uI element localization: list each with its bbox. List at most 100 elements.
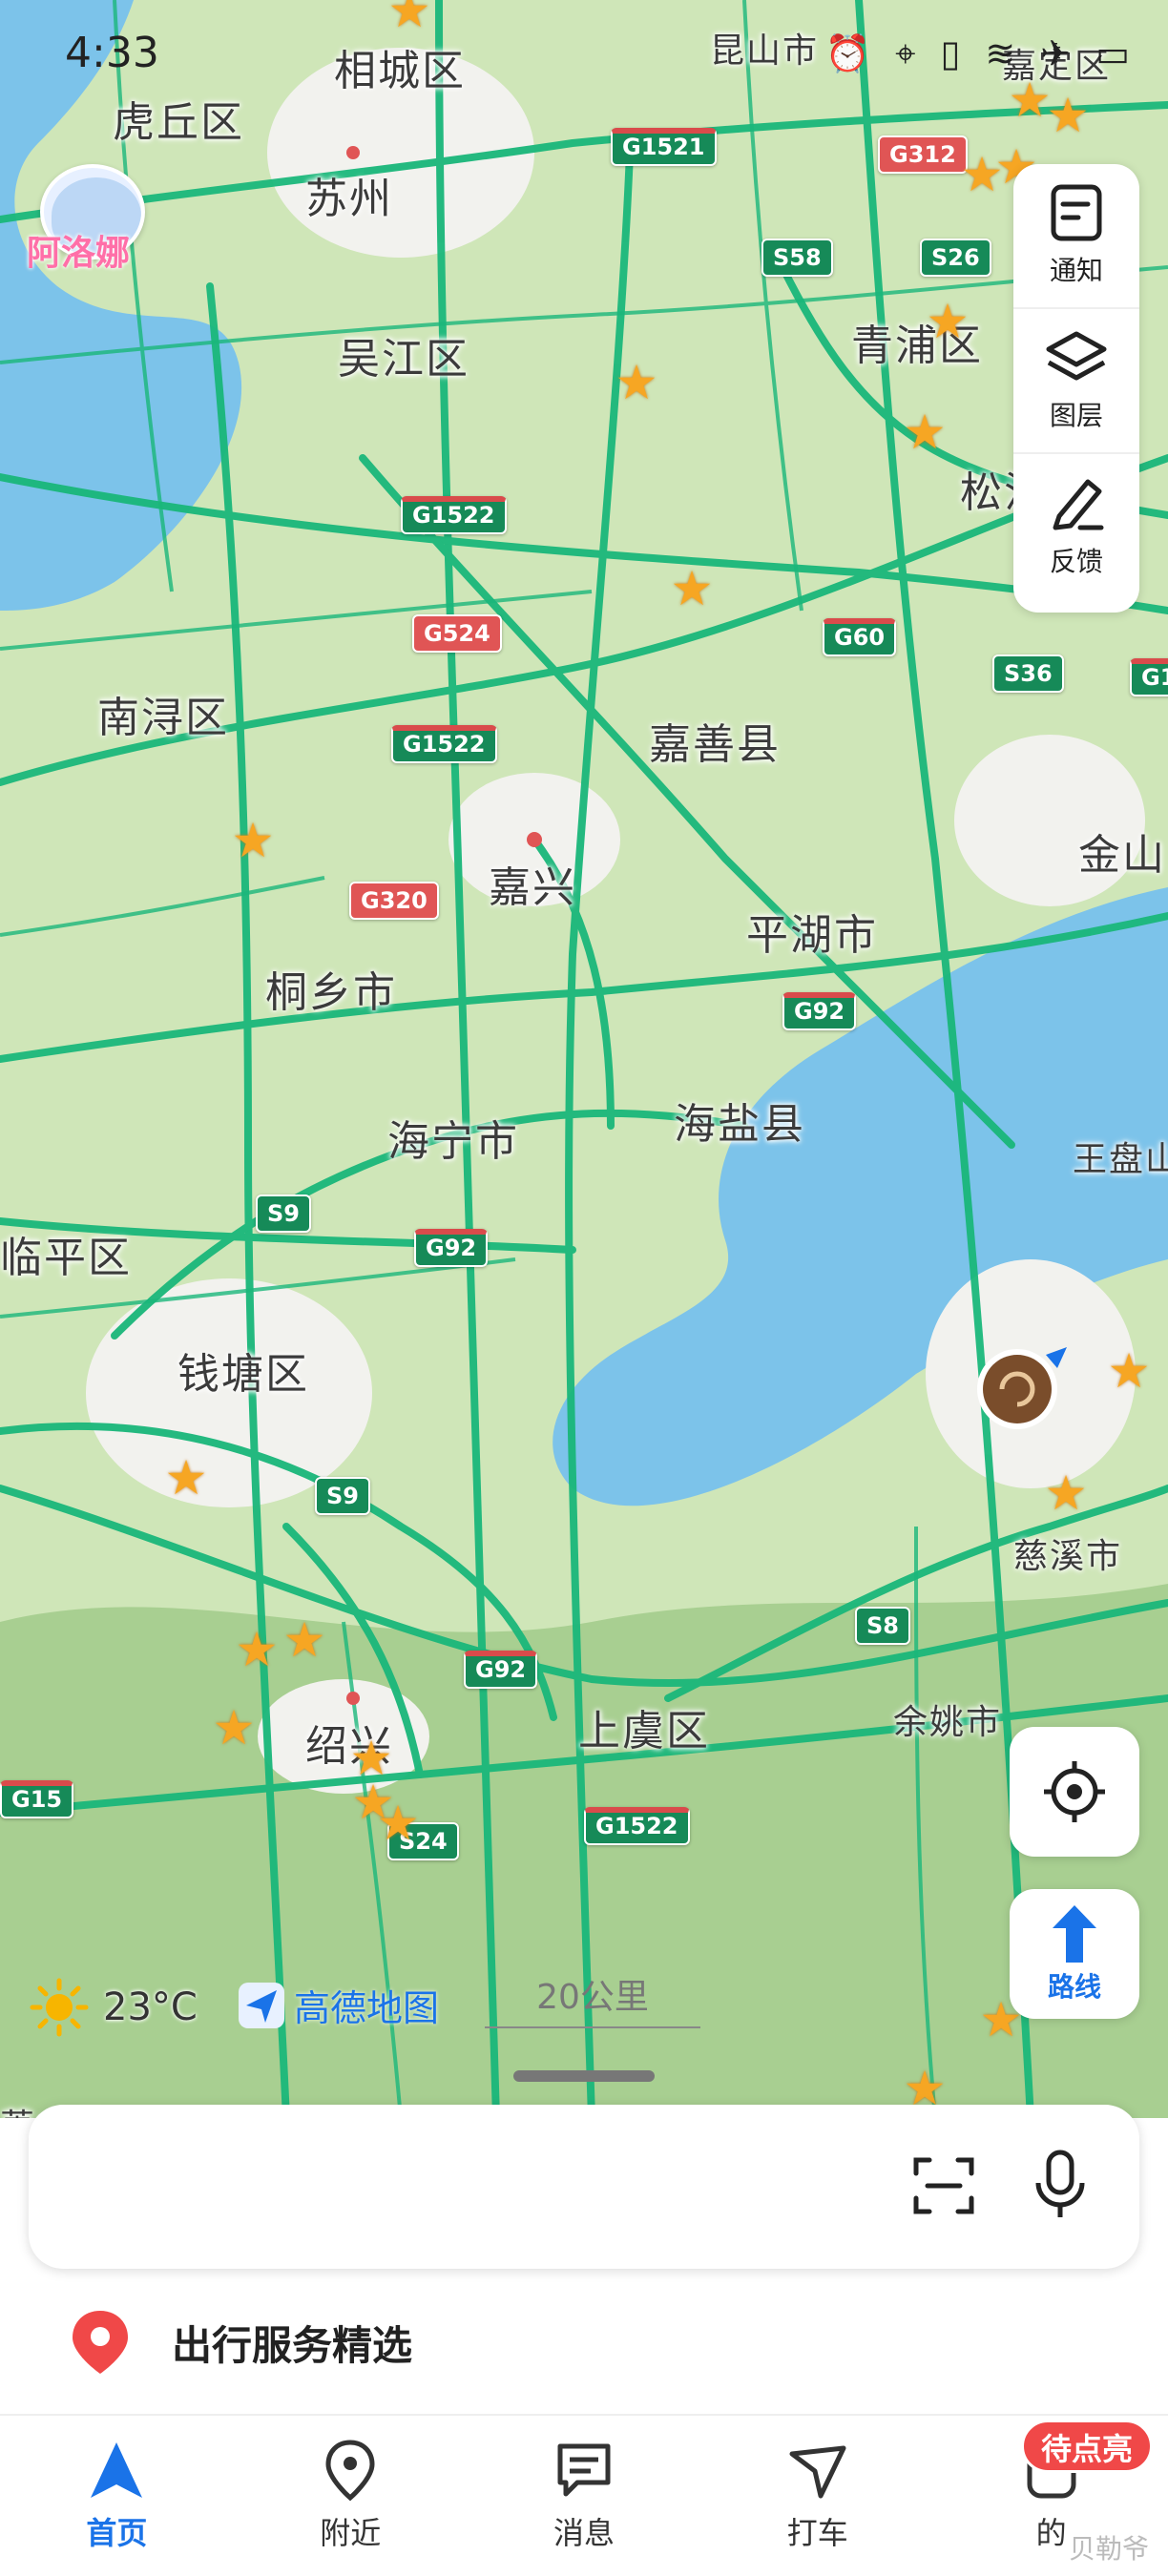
navigation-arrow-icon xyxy=(91,2442,143,2498)
microphone-icon[interactable] xyxy=(1027,2149,1094,2221)
map-scale: 20公里 xyxy=(485,1969,700,2028)
message-icon xyxy=(557,2443,611,2497)
tab-nearby[interactable]: 附近 xyxy=(234,2416,468,2576)
weather-temp: 23°C xyxy=(103,1985,198,2029)
map-label-nanxun[interactable]: 南浔区 xyxy=(97,683,229,744)
star-marker-icon[interactable]: ★ xyxy=(386,0,433,34)
sun-icon xyxy=(30,1978,89,2037)
tab-label: 的 xyxy=(1035,2515,1067,2551)
scan-icon[interactable] xyxy=(910,2152,977,2219)
sheet-drag-handle[interactable] xyxy=(513,2070,655,2082)
road-shield: G1522 xyxy=(391,725,497,763)
map-label-haiyan[interactable]: 海盐县 xyxy=(674,1090,805,1151)
map-label-wangpanshan[interactable]: 王盘山 xyxy=(1073,1132,1168,1181)
crosshair-icon xyxy=(1044,1761,1105,1822)
map-label-tongxiang[interactable]: 桐乡市 xyxy=(265,958,397,1019)
map-canvas[interactable] xyxy=(0,0,1168,2118)
tab-taxi[interactable]: 打车 xyxy=(700,2416,934,2576)
map-label-pinghu[interactable]: 平湖市 xyxy=(746,901,878,962)
map-label-xiangcheng[interactable]: 相城区 xyxy=(334,36,466,97)
battery-icon: ▭ xyxy=(1095,32,1130,74)
star-marker-icon[interactable]: ★ xyxy=(233,1626,281,1673)
layers-button[interactable]: 图层 xyxy=(1013,309,1139,454)
map-label-yuyao[interactable]: 余姚市 xyxy=(893,1694,1002,1744)
road-shield: G524 xyxy=(412,614,502,653)
vibrate-icon: ▯ xyxy=(940,32,961,74)
tab-label: 消息 xyxy=(553,2515,615,2551)
status-badge[interactable]: 待点亮 xyxy=(1020,2420,1153,2473)
map-label-huqiu[interactable]: 虎丘区 xyxy=(113,88,244,149)
tab-home[interactable]: 首页 xyxy=(0,2416,234,2576)
status-icons: ⏰ ⌖ ▯ ≋ ✈ ▭ xyxy=(825,32,1130,75)
notify-label: 通知 xyxy=(1049,255,1103,286)
map-label-shangyu[interactable]: 上虞区 xyxy=(578,1696,710,1757)
star-marker-icon[interactable]: ★ xyxy=(1044,92,1092,139)
tab-messages[interactable]: 消息 xyxy=(468,2416,701,2576)
status-time: 4:33 xyxy=(65,29,159,77)
map-label-cixi[interactable]: 慈溪市 xyxy=(1013,1528,1122,1578)
feedback-button[interactable]: 反馈 xyxy=(1013,454,1139,599)
tab-label: 打车 xyxy=(786,2515,848,2551)
map-label-suzhou[interactable]: 苏州 xyxy=(305,164,393,225)
map-label-wujiang[interactable]: 吴江区 xyxy=(338,324,469,385)
star-marker-icon[interactable]: ★ xyxy=(210,1704,258,1752)
map-label-jiaxing[interactable]: 嘉兴 xyxy=(489,853,576,914)
road-shield: S8 xyxy=(855,1607,910,1645)
road-shield: G15 xyxy=(1130,658,1168,696)
map-view[interactable]: 相城区 虎丘区 苏州 吴江区 青浦区 松江 南浔区 嘉善县 嘉兴 金山 平湖市 … xyxy=(0,0,1168,2118)
road-shield: G15 xyxy=(0,1780,74,1818)
search-input[interactable] xyxy=(67,2152,830,2219)
location-pin-icon xyxy=(325,2440,375,2502)
star-marker-icon[interactable]: ★ xyxy=(668,565,716,613)
layers-icon xyxy=(1046,331,1107,381)
road-shield: S9 xyxy=(256,1195,311,1233)
search-box[interactable] xyxy=(29,2105,1139,2269)
watermark: 贝勒爷 xyxy=(1068,2533,1149,2565)
star-marker-icon[interactable]: ★ xyxy=(1042,1469,1090,1517)
star-marker-icon[interactable]: ★ xyxy=(613,359,660,406)
tab-label: 首页 xyxy=(86,2515,148,2551)
map-label-qiantang[interactable]: 钱塘区 xyxy=(177,1340,309,1401)
location-pin-red-icon xyxy=(73,2311,128,2374)
map-label-jiashan[interactable]: 嘉善县 xyxy=(649,710,781,771)
star-marker-icon[interactable]: ★ xyxy=(229,817,277,864)
taxi-icon xyxy=(789,2445,846,2499)
road-shield: G320 xyxy=(349,882,439,920)
location-icon: ⌖ xyxy=(895,32,916,74)
road-shield: S58 xyxy=(761,239,833,277)
road-shield: S26 xyxy=(920,239,991,277)
road-shield: G1522 xyxy=(401,496,507,534)
star-marker-icon[interactable]: ★ xyxy=(1105,1347,1153,1395)
pencil-feedback-icon xyxy=(1053,479,1104,530)
road-shield: S9 xyxy=(315,1477,370,1515)
road-shield: G92 xyxy=(782,992,857,1030)
star-marker-icon[interactable]: ★ xyxy=(281,1616,328,1664)
map-label-jinshan[interactable]: 金山 xyxy=(1078,821,1166,882)
map-label-kunshan[interactable]: 昆山市 xyxy=(710,23,819,73)
map-label-linping[interactable]: 临平区 xyxy=(0,1223,132,1284)
mascot-avatar[interactable]: 阿洛娜 xyxy=(27,164,160,288)
amap-logo: 高德地图 xyxy=(237,1979,439,2031)
amap-logo-icon xyxy=(239,1982,284,2028)
layers-label: 图层 xyxy=(1049,400,1103,431)
feedback-label: 反馈 xyxy=(1049,546,1103,577)
services-label: 出行服务精选 xyxy=(172,2321,413,2369)
star-marker-icon[interactable]: ★ xyxy=(924,298,971,345)
map-side-panel: 通知 图层 反馈 xyxy=(1013,164,1139,613)
alarm-icon: ⏰ xyxy=(824,32,871,74)
travel-services-section[interactable]: 出行服务精选 xyxy=(67,2307,412,2378)
road-shield: S36 xyxy=(992,654,1064,693)
route-button[interactable]: 路线 xyxy=(1010,1889,1139,2019)
tab-label: 附近 xyxy=(320,2515,382,2551)
notify-button[interactable]: 通知 xyxy=(1013,164,1139,309)
road-shield: G60 xyxy=(823,618,897,656)
map-label-haining[interactable]: 海宁市 xyxy=(387,1107,519,1168)
star-marker-icon[interactable]: ★ xyxy=(374,1799,422,1847)
weather-widget[interactable]: 23°C xyxy=(29,1977,198,2038)
locate-me-button[interactable] xyxy=(1010,1727,1139,1857)
bottom-tab-bar: 首页 附近 消息 打车 的 xyxy=(0,2416,1168,2576)
star-marker-icon[interactable]: ★ xyxy=(901,408,949,456)
scale-label: 20公里 xyxy=(536,1978,649,2017)
wifi-icon: ≋ xyxy=(985,32,1016,74)
star-marker-icon[interactable]: ★ xyxy=(162,1454,210,1502)
